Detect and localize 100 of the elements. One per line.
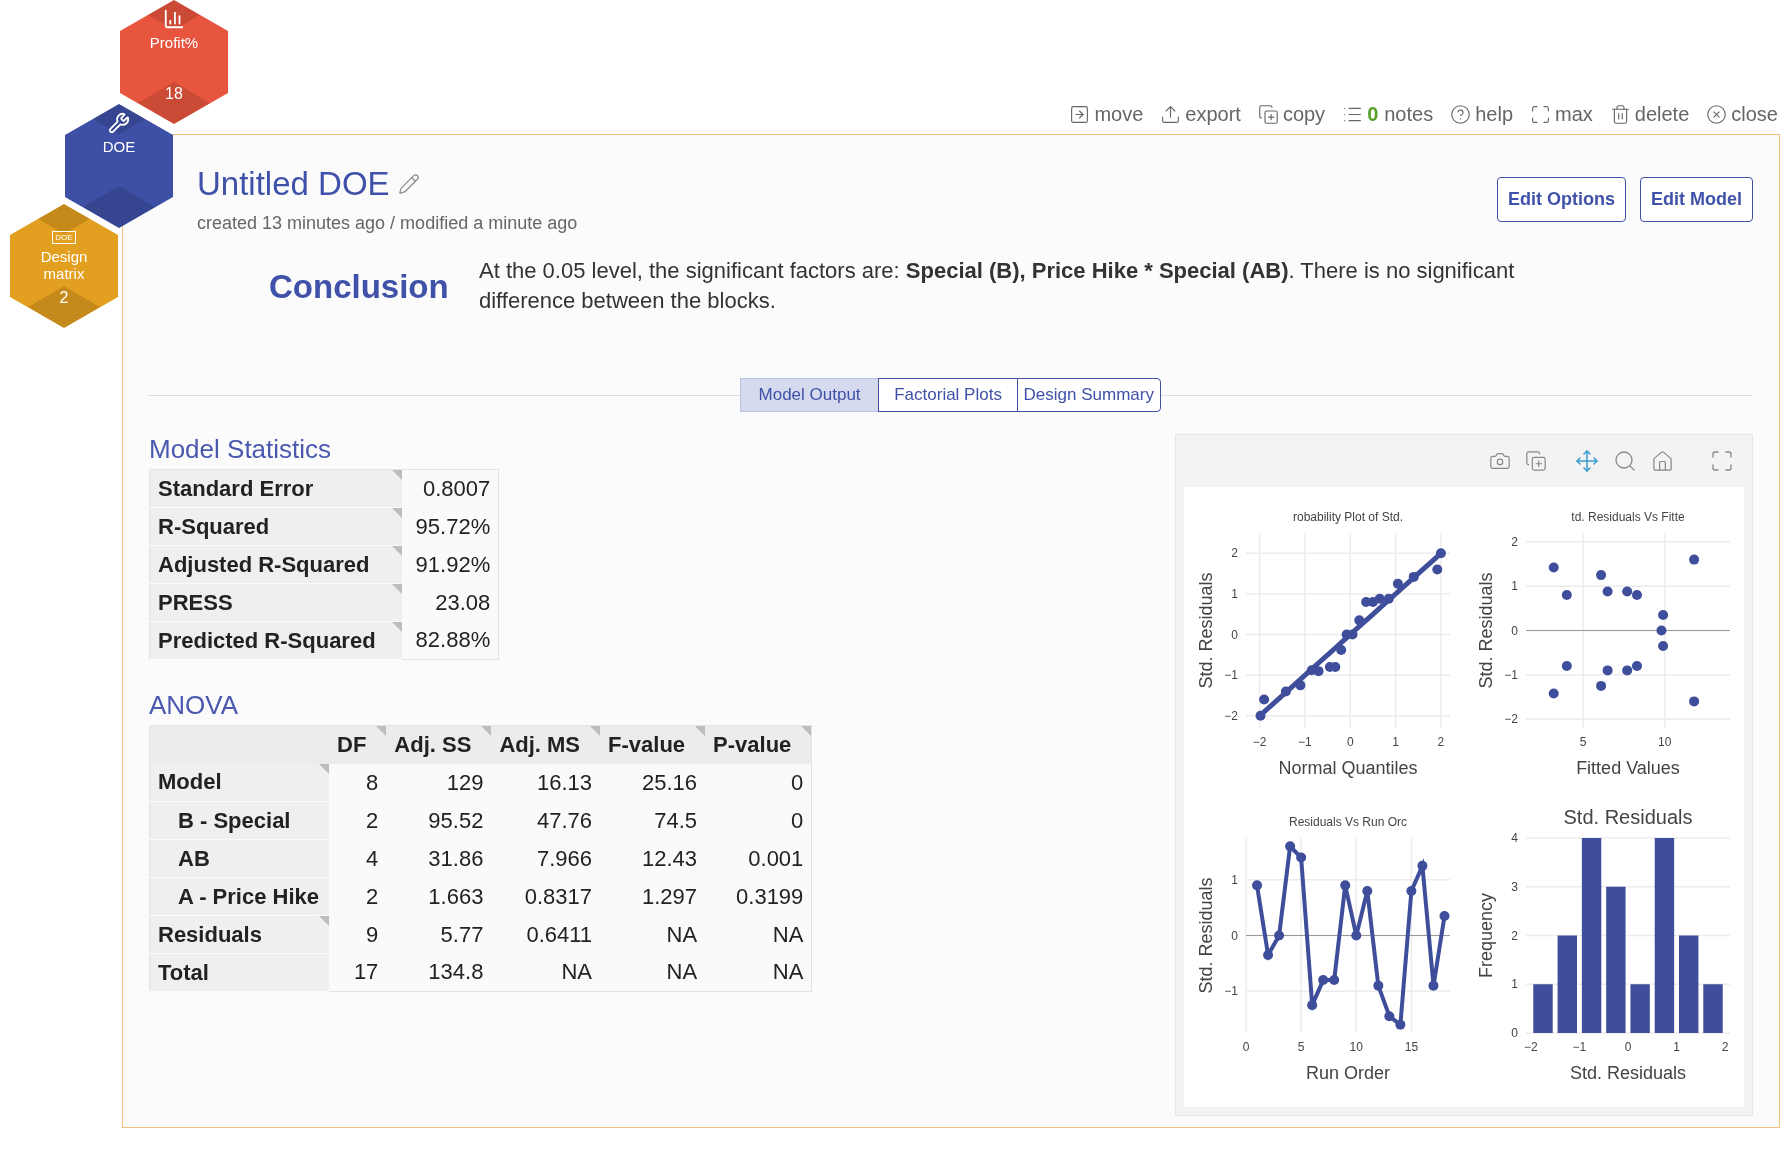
maximize-button[interactable]: max (1530, 102, 1593, 126)
tick-label: 1 (1511, 977, 1518, 992)
data-point (1392, 578, 1403, 589)
data-point (1439, 911, 1450, 921)
data-point (1259, 694, 1270, 705)
copy-button[interactable]: copy (1257, 102, 1326, 126)
table-cell: 82.88% (401, 621, 499, 660)
tick-label: 0 (1231, 627, 1238, 642)
help-button[interactable]: help (1450, 102, 1513, 126)
page-title: Untitled DOE (197, 165, 390, 203)
data-point (1406, 885, 1417, 896)
data-point (1336, 645, 1347, 655)
export-button[interactable]: export (1160, 102, 1241, 126)
row-label: Predicted R-Squared (149, 621, 402, 660)
tick-label: 1 (1392, 735, 1399, 749)
axis-title: Std. Residuals (1196, 572, 1216, 689)
data-point (1658, 641, 1669, 651)
tick-label: −2 (1504, 712, 1518, 727)
tick-label: 0 (1231, 928, 1238, 943)
section-heading: ANOVA (149, 690, 239, 721)
chart-title: Residuals Vs Run Orc (1289, 815, 1407, 829)
axis-title: Std. Residuals (1196, 877, 1216, 994)
tick-label: 1 (1231, 872, 1238, 887)
edit-button[interactable]: Edit Options (1497, 177, 1626, 222)
tick-label: 0 (1624, 1040, 1632, 1054)
data-point (1280, 686, 1291, 697)
search-icon[interactable] (1613, 449, 1637, 473)
home-icon[interactable] (1651, 449, 1674, 473)
edit-button[interactable]: Edit Model (1640, 177, 1753, 222)
row-label: Adjusted R-Squared (149, 545, 402, 584)
data-point (1351, 930, 1362, 941)
data-point (1548, 688, 1559, 699)
tick-label: 5 (1579, 735, 1587, 749)
module-node[interactable]: DOE (65, 104, 173, 228)
data-point (1622, 665, 1633, 676)
data-point (1296, 852, 1307, 863)
close-icon (1706, 103, 1728, 125)
data-point (1274, 930, 1285, 941)
maximize-icon (1530, 103, 1551, 125)
axis-title: Run Order (1306, 1063, 1390, 1083)
tick-label: 10 (1658, 735, 1672, 749)
chart-title: Std. Residuals (1563, 806, 1693, 828)
data-point (1689, 696, 1700, 707)
data-point (1295, 680, 1306, 691)
module-node[interactable]: DOE Design matrix 2 (10, 204, 118, 328)
row-label: Model (149, 763, 330, 802)
tick-label: 2 (1437, 735, 1445, 749)
module-node[interactable]: Profit% 18 (120, 0, 228, 124)
tick-label: 1 (1231, 586, 1238, 601)
tick-label: 15 (1404, 1040, 1419, 1054)
bar-chart-icon (163, 8, 185, 30)
row-label: B - Special (149, 801, 330, 840)
tick-label: −1 (1224, 668, 1238, 683)
tab[interactable]: Design Summary (1016, 378, 1161, 412)
data-point (1632, 660, 1642, 671)
tick-label: 0 (1242, 1040, 1250, 1054)
notes-button[interactable]: 0 notes (1342, 102, 1434, 126)
data-point (1362, 885, 1373, 896)
close-button[interactable]: close (1706, 102, 1778, 126)
data-point (1255, 710, 1266, 721)
data-point (1548, 562, 1559, 573)
data-point (1656, 625, 1667, 636)
move-button[interactable]: move (1069, 102, 1144, 126)
upload-icon (1160, 103, 1182, 125)
tab[interactable]: Model Output (739, 378, 880, 412)
tick-label: 5 (1297, 1040, 1305, 1054)
data-point (1561, 590, 1572, 601)
data-point (1632, 590, 1642, 601)
data-point (1384, 1011, 1395, 1022)
axis-title: Frequency (1476, 893, 1496, 978)
data-point (1622, 586, 1633, 597)
delete-button[interactable]: delete (1609, 102, 1690, 126)
data-point (1307, 1000, 1318, 1011)
tab[interactable]: Factorial Plots (878, 378, 1019, 412)
pencil-icon[interactable] (397, 173, 420, 195)
data-point (1602, 586, 1613, 597)
camera-icon[interactable] (1489, 450, 1511, 472)
data-point (1318, 975, 1329, 986)
tick-label: 0 (1511, 623, 1518, 638)
data-point (1602, 665, 1613, 676)
table-cell: 0.8007 (401, 469, 499, 508)
copy-plus-icon[interactable] (1525, 450, 1547, 472)
maximize-icon[interactable] (1710, 449, 1734, 473)
tick-label: 2 (1231, 546, 1238, 561)
trash-icon (1609, 103, 1631, 125)
column-header: Adj. MS (491, 725, 601, 764)
data-point (1374, 593, 1385, 604)
tick-label: −2 (1524, 1040, 1538, 1054)
data-point (1285, 841, 1296, 852)
row-label: R-Squared (149, 507, 402, 546)
conclusion-text: At the 0.05 level, the significant factors are: Special (B), Price Hike * Special (AB). There is no significant difference between the blocks. (479, 257, 1516, 315)
data-point (1408, 571, 1419, 582)
row-label: Standard Error (149, 469, 402, 508)
axis-title: Std. Residuals (1569, 1063, 1687, 1083)
tick-label: 3 (1511, 879, 1518, 894)
pan-icon[interactable] (1575, 449, 1599, 473)
node-label: DOE (101, 138, 137, 155)
column-header: P-value (705, 725, 812, 764)
row-label: A - Price Hike (149, 877, 330, 916)
tick-label: −2 (1252, 735, 1267, 749)
